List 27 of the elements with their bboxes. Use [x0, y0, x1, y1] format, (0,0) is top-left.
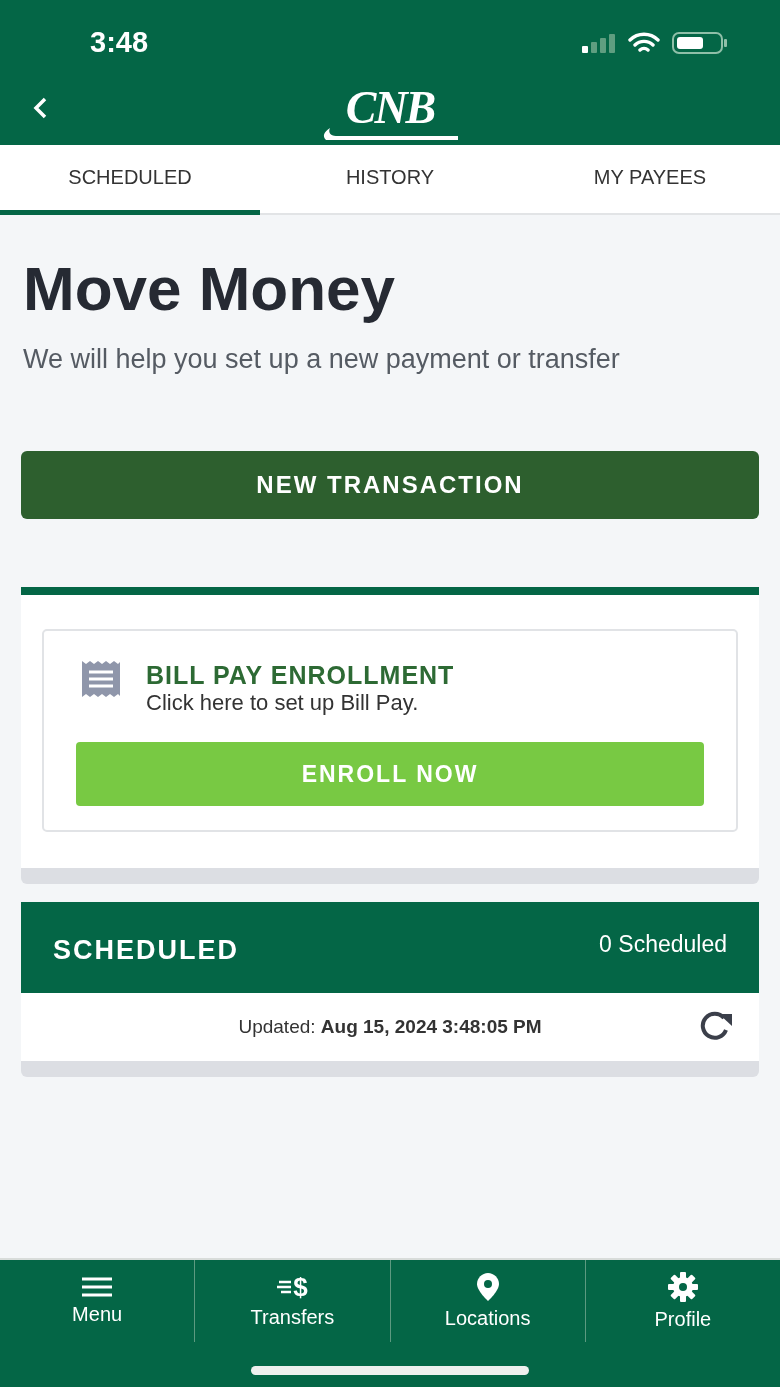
logo: CNB: [345, 88, 435, 128]
settings-icon: [667, 1271, 698, 1302]
status-time: 3:48: [90, 26, 149, 59]
nav-item[interactable]: Locations: [389, 1260, 585, 1342]
tab[interactable]: SCHEDULED: [0, 145, 260, 215]
battery-icon: [672, 31, 728, 54]
nav-item[interactable]: $ Transfers: [194, 1260, 390, 1342]
nav-item[interactable]: Menu: [0, 1260, 195, 1342]
page-title: Move Money: [23, 253, 397, 324]
back-icon[interactable]: [32, 97, 48, 119]
new-transaction-button[interactable]: NEW TRANSACTION: [21, 451, 759, 519]
page-subtitle: We will help you set up a new payment or transfer: [23, 344, 621, 375]
enrollment-link[interactable]: Click here to set up Bill Pay.: [146, 690, 455, 716]
signal-icon: [582, 32, 616, 53]
location-pin-icon: [476, 1272, 499, 1301]
wifi-icon: [628, 31, 660, 54]
tab[interactable]: HISTORY: [260, 145, 520, 215]
updated-time: Updated: Aug 15, 2024 3:48:05 PM: [238, 1016, 542, 1038]
enrollment-title: BILL PAY ENROLLMENT: [146, 661, 455, 690]
refresh-icon[interactable]: [699, 1011, 735, 1041]
tab[interactable]: MY PAYEES: [520, 145, 780, 215]
receipt-icon: [82, 661, 120, 697]
logo-swoosh-icon: [322, 128, 458, 142]
menu-icon: [82, 1276, 113, 1297]
scheduled-count: 0 Scheduled: [599, 931, 727, 958]
scheduled-title: SCHEDULED: [53, 935, 239, 966]
nav-item[interactable]: Profile: [584, 1260, 780, 1342]
